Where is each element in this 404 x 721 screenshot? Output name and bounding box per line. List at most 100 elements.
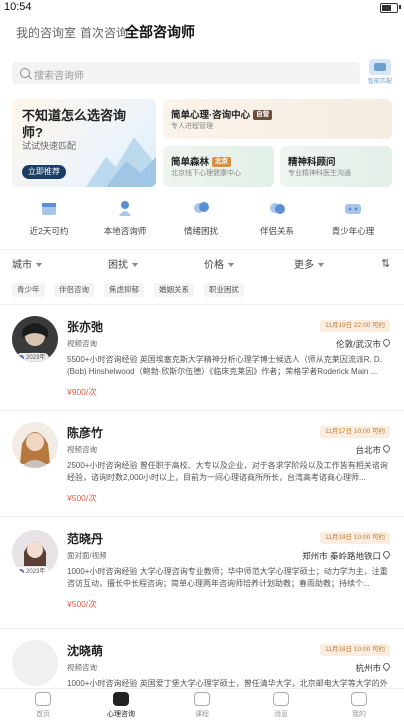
recommend-now-button[interactable]: 立即推荐 bbox=[22, 165, 66, 179]
nav-label: 课程 bbox=[195, 711, 209, 718]
location-pin-icon bbox=[381, 661, 392, 672]
chevron-down-icon bbox=[36, 263, 42, 268]
calendar-icon bbox=[40, 200, 58, 216]
counselor-name: 沈晓萌 bbox=[67, 644, 104, 658]
message-icon bbox=[273, 692, 289, 706]
price: ¥500/次 bbox=[67, 493, 97, 503]
counselor-desc: 1000+小时咨询经验 大学心理咨询专业教师；华中师范大学心理学硕士；动力学为主… bbox=[67, 567, 388, 588]
category-emotion[interactable]: 情绪困扰 bbox=[166, 200, 236, 237]
counselor-desc: 5500+小时咨询经验 英国埃塞克斯大学精神分析心理学博士候选人（师从克莱因流派… bbox=[67, 355, 382, 376]
category-label: 伴侣关系 bbox=[259, 226, 294, 236]
nav-label: 消息 bbox=[274, 711, 288, 718]
category-label: 本地咨询师 bbox=[103, 226, 147, 236]
counselor-name: 张亦弛 bbox=[67, 320, 104, 334]
city-label: 郑州市 秦岭路地铁口 bbox=[302, 549, 392, 562]
tab-first-consult[interactable]: 首次咨询 bbox=[80, 24, 128, 41]
sort-city[interactable]: 城市 bbox=[12, 256, 42, 271]
forest-card[interactable]: 简单森林 北京 北京线下心理健康中心 bbox=[163, 146, 274, 187]
category-teen[interactable]: 青少年心理 bbox=[318, 200, 388, 237]
sort-price[interactable]: 价格 bbox=[204, 256, 234, 271]
course-icon bbox=[194, 692, 210, 706]
chip-career[interactable]: 职业困扰 bbox=[204, 283, 244, 297]
smart-match-button[interactable]: 智能匹配 bbox=[368, 59, 392, 87]
counselor-row[interactable]: 2023年 范晓丹 面对面/视频 11月19日 10:00 可约 郑州市 秦岭路… bbox=[0, 522, 404, 622]
tab-my-room[interactable]: 我的咨询室 bbox=[16, 24, 76, 41]
nav-label: 我的 bbox=[352, 711, 366, 718]
psychiatry-card-subtitle: 专业精神科医生沟通 bbox=[288, 170, 351, 177]
counselor-row[interactable]: 2023年 张亦弛 视频咨询 11月19日 22:00 可约 伦敦/武汉市 55… bbox=[0, 310, 404, 410]
chip-anxiety[interactable]: 焦虑抑郁 bbox=[104, 283, 144, 297]
avatar bbox=[12, 640, 58, 686]
consult-method: 面对面/视频 bbox=[67, 551, 107, 560]
counselor-name: 范晓丹 bbox=[67, 532, 104, 546]
category-label: 青少年心理 bbox=[331, 226, 375, 236]
sort-problem[interactable]: 困扰 bbox=[108, 256, 138, 271]
category-label: 情绪困扰 bbox=[183, 226, 218, 236]
nav-courses[interactable]: 课程 bbox=[177, 692, 227, 719]
teen-icon bbox=[344, 200, 362, 216]
nav-home[interactable]: 首页 bbox=[18, 692, 68, 719]
price: ¥900/次 bbox=[67, 387, 97, 397]
divider bbox=[0, 304, 404, 305]
city-label: 伦敦/武汉市 bbox=[336, 337, 392, 350]
category-label: 近2天可约 bbox=[29, 226, 69, 236]
forest-card-subtitle: 北京线下心理健康中心 bbox=[171, 170, 241, 177]
location-pin-icon bbox=[381, 549, 392, 560]
divider bbox=[0, 249, 404, 250]
divider bbox=[0, 628, 404, 629]
counselor-row[interactable]: 沈晓萌 视频咨询 11月18日 10:00 可约 杭州市 1000+小时咨询经验… bbox=[0, 634, 404, 688]
location-pin-icon bbox=[381, 337, 392, 348]
nav-messages[interactable]: 消息 bbox=[256, 692, 306, 719]
appointment-badge: 11月19日 22:00 可约 bbox=[320, 320, 390, 332]
quick-match-banner[interactable]: 不知道怎么选咨询师? 试试快速匹配 立即推荐 bbox=[12, 99, 156, 187]
cloud-icon bbox=[192, 200, 210, 216]
appointment-badge: 11月17日 10:00 可约 bbox=[320, 426, 390, 438]
search-icon bbox=[20, 68, 30, 78]
psychiatry-card[interactable]: 精神科顾问 专业精神科医生沟通 bbox=[280, 146, 392, 187]
battery-icon bbox=[380, 3, 398, 13]
category-available-2days[interactable]: 近2天可约 bbox=[14, 200, 84, 237]
sort-order-icon[interactable]: ⇅ bbox=[381, 257, 390, 270]
appointment-badge: 11月19日 10:00 可约 bbox=[320, 532, 390, 544]
year-badge: 2023年 bbox=[16, 567, 50, 576]
category-partner[interactable]: 伴侣关系 bbox=[242, 200, 312, 237]
year-badge: 2023年 bbox=[16, 353, 50, 362]
avatar: 2023年 bbox=[12, 316, 58, 362]
avatar: 2023年 bbox=[12, 530, 58, 576]
nav-label: 心理咨询 bbox=[107, 711, 135, 718]
center-card[interactable]: 简单心理·咨询中心 自营 专人进程管理 bbox=[163, 99, 392, 139]
appointment-badge: 11月18日 10:00 可约 bbox=[320, 644, 390, 656]
avatar bbox=[12, 422, 58, 468]
banner-subtitle: 试试快速匹配 bbox=[22, 141, 77, 151]
chip-teen[interactable]: 青少年 bbox=[12, 283, 45, 297]
search-bar[interactable]: 搜索咨询师 bbox=[12, 62, 360, 84]
nav-label: 首页 bbox=[36, 711, 50, 718]
chat-bubbles-icon bbox=[268, 200, 286, 216]
divider bbox=[0, 516, 404, 517]
center-card-title: 简单心理·咨询中心 自营 bbox=[171, 107, 273, 121]
nav-consult[interactable]: 心理咨询 bbox=[96, 692, 146, 719]
chevron-down-icon bbox=[132, 263, 138, 268]
counselor-row[interactable]: 陈彦竹 视频咨询 11月17日 10:00 可约 台北市 2500+小时咨询经验… bbox=[0, 416, 404, 516]
city-label: 台北市 bbox=[355, 443, 392, 456]
mountain-illustration bbox=[86, 137, 156, 187]
tab-all-counselors[interactable]: 全部咨询师 bbox=[125, 22, 195, 42]
city-label: 杭州市 bbox=[355, 661, 392, 674]
category-local[interactable]: 本地咨询师 bbox=[90, 200, 160, 237]
location-pin-icon bbox=[381, 443, 392, 454]
forest-card-tag: 北京 bbox=[212, 157, 232, 168]
status-time: 10:54 bbox=[4, 1, 32, 13]
consult-icon bbox=[113, 692, 129, 706]
chip-partner[interactable]: 伴侣咨询 bbox=[54, 283, 94, 297]
consult-method: 视频咨询 bbox=[67, 445, 97, 454]
psychiatry-card-title: 精神科顾问 bbox=[288, 157, 336, 168]
price: ¥500/次 bbox=[67, 599, 97, 609]
chip-marriage[interactable]: 婚姻关系 bbox=[154, 283, 194, 297]
sort-more[interactable]: 更多 bbox=[294, 256, 324, 271]
status-bar: 10:54 bbox=[0, 0, 404, 16]
consult-method: 视频咨询 bbox=[67, 663, 97, 672]
chevron-down-icon bbox=[318, 263, 324, 268]
consult-method: 视频咨询 bbox=[67, 339, 97, 348]
divider bbox=[0, 410, 404, 411]
nav-profile[interactable]: 我的 bbox=[334, 692, 384, 719]
